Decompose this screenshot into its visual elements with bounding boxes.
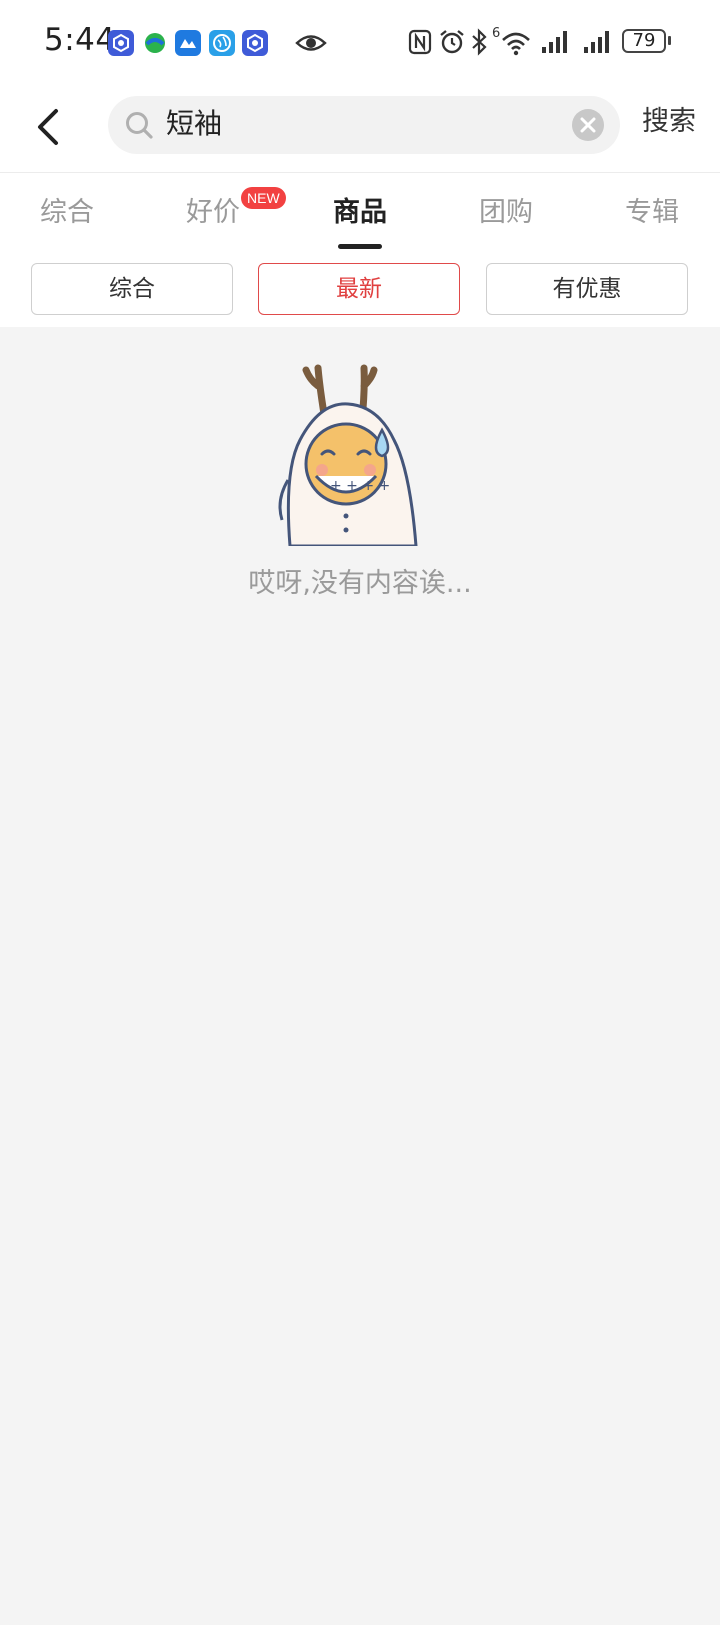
nfc-icon [408,28,432,60]
battery-indicator: 79 [622,29,666,53]
eye-icon [295,30,327,60]
chevron-left-icon [38,109,58,145]
filter-discount[interactable]: 有优惠 [486,263,688,315]
search-icon [124,110,154,144]
search-header: 短袖 搜索 [0,88,720,173]
empty-state-message: 哎呀,没有内容诶... [248,568,472,599]
active-tab-indicator [338,244,382,249]
new-badge: NEW [241,187,286,209]
tab-group-buy[interactable]: 团购 [456,195,556,231]
globe-notification-icon [209,30,235,56]
wifi-icon [500,28,532,60]
app-notification-icon [108,30,134,56]
empty-state-mascot: + + + + [270,360,450,548]
search-input[interactable]: 短袖 [108,96,620,154]
filter-bar: 综合 最新 有优惠 [0,253,720,327]
clear-search-button[interactable] [572,109,604,141]
svg-text:+ + + +: + + + + [330,478,390,494]
alarm-icon [438,28,466,60]
browser-notification-icon [142,30,168,56]
filter-newest[interactable]: 最新 [258,263,460,315]
back-button[interactable] [30,102,70,152]
battery-tip [668,36,671,45]
status-bar: 5:44 6 79 [0,0,720,88]
bluetooth-icon [470,28,488,60]
tab-products[interactable]: 商品 [310,195,410,231]
cloud-app-notification-icon [175,30,201,56]
filter-comprehensive[interactable]: 综合 [31,263,233,315]
category-tabs: 综合 好价 NEW 商品 团购 专辑 [0,173,720,253]
search-button[interactable]: 搜索 [642,104,696,140]
search-query[interactable]: 短袖 [166,106,222,142]
signal-icon-1 [540,28,572,60]
tab-albums[interactable]: 专辑 [602,195,702,231]
status-time: 5:44 [44,22,116,58]
app-notification-icon-2 [242,30,268,56]
signal-icon-2 [582,28,614,60]
close-icon [580,117,596,133]
tab-comprehensive[interactable]: 综合 [17,195,117,231]
